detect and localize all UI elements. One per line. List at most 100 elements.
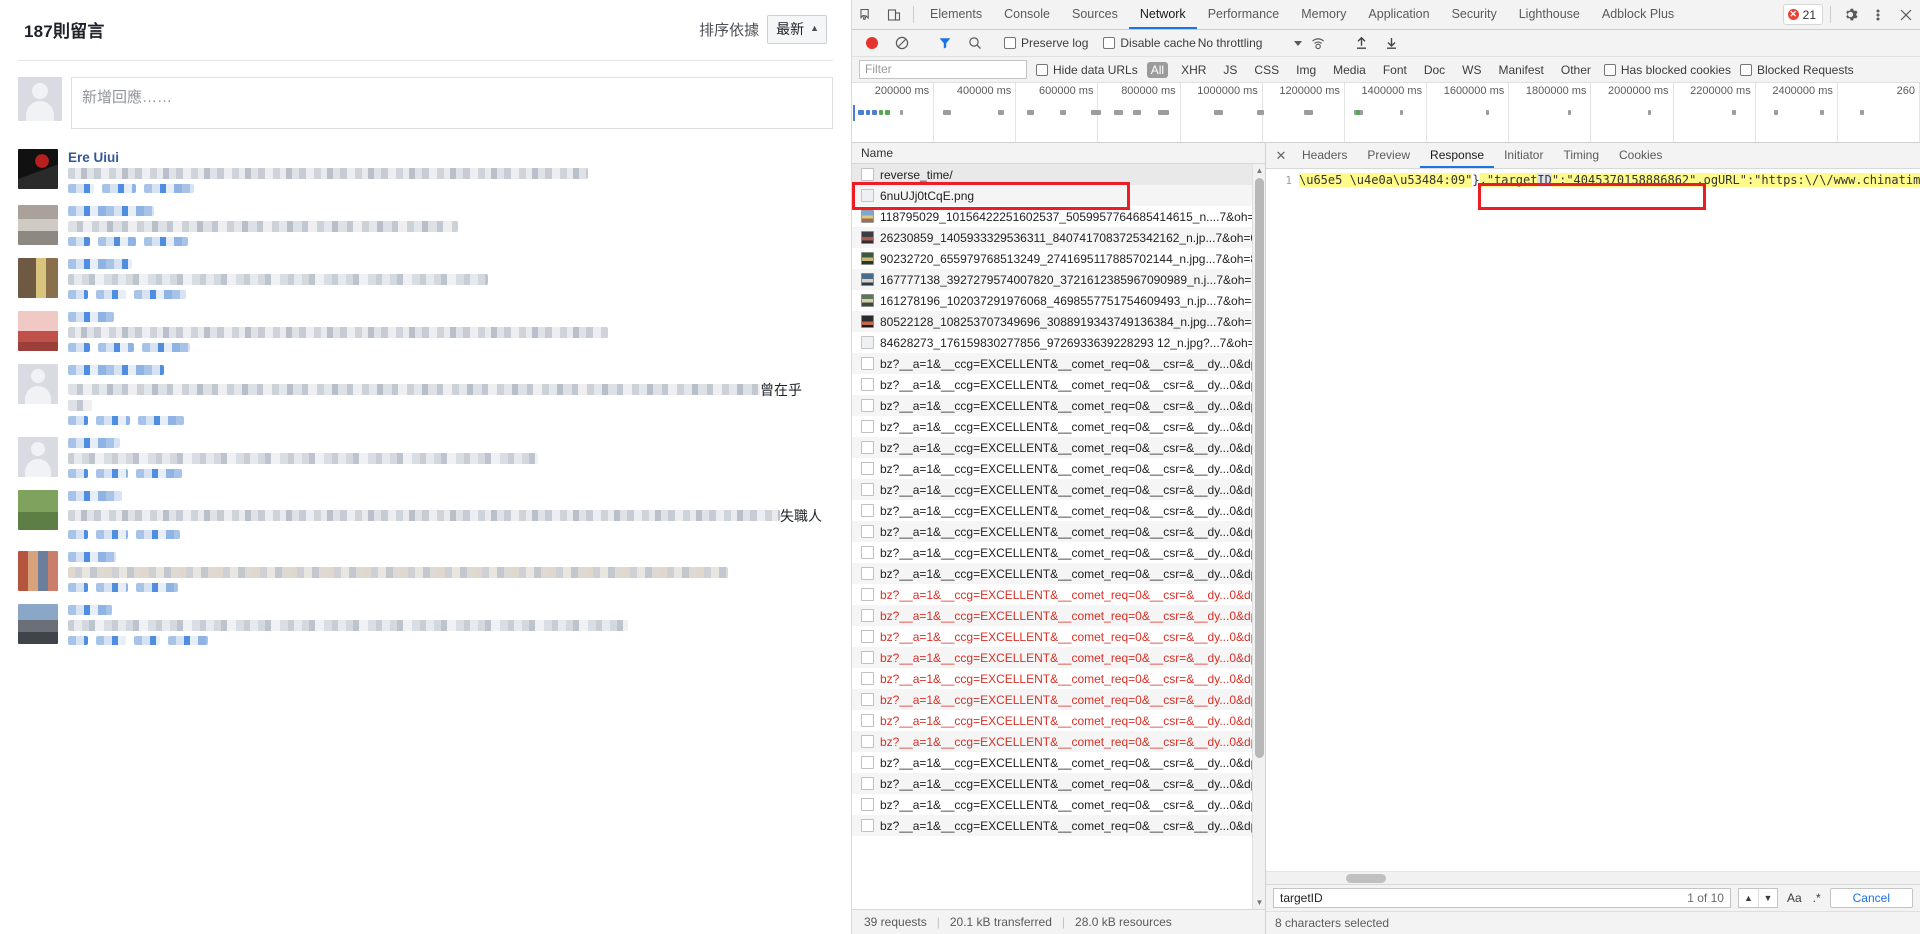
like-action[interactable] <box>68 237 90 246</box>
type-filter-css[interactable]: CSS <box>1250 62 1283 78</box>
table-row[interactable]: bz?__a=1&__ccg=EXCELLENT&__comet_req=0&_… <box>852 500 1265 521</box>
avatar[interactable] <box>18 364 58 404</box>
network-conditions-icon[interactable] <box>1304 36 1332 50</box>
tab-initiator[interactable]: Initiator <box>1494 143 1553 168</box>
table-row[interactable]: bz?__a=1&__ccg=EXCELLENT&__comet_req=0&_… <box>852 710 1265 731</box>
throttling-dropdown[interactable]: No throttling <box>1198 36 1303 50</box>
response-horizontal-scrollbar[interactable] <box>1266 871 1920 884</box>
avatar[interactable] <box>18 205 58 245</box>
table-row[interactable]: bz?__a=1&__ccg=EXCELLENT&__comet_req=0&_… <box>852 605 1265 626</box>
response-body[interactable]: 1 \u65e5 \u4e0a\u53484:09"},"targetID":"… <box>1266 169 1920 871</box>
type-filter-ws[interactable]: WS <box>1458 62 1485 78</box>
table-row[interactable]: bz?__a=1&__ccg=EXCELLENT&__comet_req=0&_… <box>852 689 1265 710</box>
type-filter-xhr[interactable]: XHR <box>1177 62 1210 78</box>
more-vertical-icon[interactable] <box>1864 0 1892 29</box>
table-row[interactable]: bz?__a=1&__ccg=EXCELLENT&__comet_req=0&_… <box>852 542 1265 563</box>
table-row[interactable]: bz?__a=1&__ccg=EXCELLENT&__comet_req=0&_… <box>852 668 1265 689</box>
error-count-badge[interactable]: ✕ 21 <box>1782 4 1823 25</box>
tab-response[interactable]: Response <box>1420 143 1495 168</box>
reply-action[interactable] <box>98 237 136 246</box>
like-action[interactable] <box>68 416 88 425</box>
share-action[interactable] <box>134 636 160 645</box>
table-row[interactable]: bz?__a=1&__ccg=EXCELLENT&__comet_req=0&_… <box>852 416 1265 437</box>
type-filter-media[interactable]: Media <box>1329 62 1370 78</box>
table-row[interactable]: bz?__a=1&__ccg=EXCELLENT&__comet_req=0&_… <box>852 647 1265 668</box>
table-row[interactable]: bz?__a=1&__ccg=EXCELLENT&__comet_req=0&_… <box>852 437 1265 458</box>
avatar[interactable] <box>18 311 58 351</box>
device-toolbar-icon[interactable] <box>880 0 908 29</box>
avatar[interactable] <box>18 258 58 298</box>
filter-input[interactable]: Filter <box>859 60 1027 79</box>
table-row[interactable]: bz?__a=1&__ccg=EXCELLENT&__comet_req=0&_… <box>852 521 1265 542</box>
tab-sources[interactable]: Sources <box>1061 0 1129 29</box>
like-action[interactable] <box>68 636 88 645</box>
table-row[interactable]: reverse_time/ <box>852 164 1265 185</box>
tab-performance[interactable]: Performance <box>1197 0 1291 29</box>
tab-security[interactable]: Security <box>1441 0 1508 29</box>
filter-icon[interactable] <box>931 36 959 50</box>
clear-button[interactable] <box>888 36 916 50</box>
commenter-name-redacted[interactable] <box>68 438 120 448</box>
blocked-requests-checkbox[interactable]: Blocked Requests <box>1739 63 1854 77</box>
close-icon[interactable]: ✕ <box>1270 143 1292 168</box>
commenter-name-redacted[interactable] <box>68 365 164 375</box>
commenter-name-redacted[interactable] <box>68 605 112 615</box>
request-list-scrollbar[interactable]: ▲ ▼ <box>1252 164 1265 909</box>
name-column-header[interactable]: Name <box>852 143 1265 164</box>
table-row[interactable]: 161278196_102037291976068_46985577517546… <box>852 290 1265 311</box>
reply-action[interactable] <box>98 343 134 352</box>
avatar[interactable] <box>18 551 58 591</box>
table-row[interactable]: bz?__a=1&__ccg=EXCELLENT&__comet_req=0&_… <box>852 353 1265 374</box>
table-row[interactable]: bz?__a=1&__ccg=EXCELLENT&__comet_req=0&_… <box>852 563 1265 584</box>
reply-action[interactable] <box>96 469 128 478</box>
like-action[interactable] <box>68 583 88 592</box>
reply-action[interactable] <box>96 636 126 645</box>
table-row[interactable]: bz?__a=1&__ccg=EXCELLENT&__comet_req=0&_… <box>852 731 1265 752</box>
table-row[interactable]: bz?__a=1&__ccg=EXCELLENT&__comet_req=0&_… <box>852 395 1265 416</box>
match-case-button[interactable]: Aa <box>1785 891 1804 905</box>
table-row[interactable]: 118795029_10156422251602537_505995776468… <box>852 206 1265 227</box>
reply-action[interactable] <box>96 583 128 592</box>
reply-action[interactable] <box>96 530 128 539</box>
tab-timing[interactable]: Timing <box>1553 143 1609 168</box>
table-row[interactable]: bz?__a=1&__ccg=EXCELLENT&__comet_req=0&_… <box>852 374 1265 395</box>
avatar[interactable] <box>18 149 58 189</box>
scroll-up-arrow[interactable]: ▲ <box>1253 164 1265 177</box>
tab-application[interactable]: Application <box>1357 0 1440 29</box>
gear-icon[interactable] <box>1836 0 1864 29</box>
tab-adblock-plus[interactable]: Adblock Plus <box>1591 0 1685 29</box>
table-row[interactable]: 90232720_655979768513249_274169511788570… <box>852 248 1265 269</box>
comment-input[interactable]: 新增回應…… <box>71 77 833 129</box>
like-action[interactable] <box>68 469 88 478</box>
type-filter-all[interactable]: All <box>1146 61 1169 78</box>
tab-console[interactable]: Console <box>993 0 1061 29</box>
preserve-log-checkbox[interactable]: Preserve log <box>1004 36 1088 50</box>
export-har-icon[interactable] <box>1377 36 1405 50</box>
like-action[interactable] <box>68 184 94 193</box>
like-action[interactable] <box>68 530 88 539</box>
commenter-name-redacted[interactable] <box>68 491 122 501</box>
table-row[interactable]: bz?__a=1&__ccg=EXCELLENT&__comet_req=0&_… <box>852 626 1265 647</box>
chevron-down-icon[interactable]: ▼ <box>1757 889 1777 907</box>
commenter-name-redacted[interactable] <box>68 259 132 269</box>
scrollbar-thumb[interactable] <box>1255 178 1264 758</box>
avatar[interactable] <box>18 490 58 530</box>
commenter-name-redacted[interactable] <box>68 206 154 216</box>
import-har-icon[interactable] <box>1347 36 1375 50</box>
tab-cookies[interactable]: Cookies <box>1609 143 1672 168</box>
tab-headers[interactable]: Headers <box>1292 143 1357 168</box>
commenter-name-redacted[interactable] <box>68 552 116 562</box>
commenter-name-redacted[interactable] <box>68 312 114 322</box>
has-blocked-cookies-checkbox[interactable]: Has blocked cookies <box>1603 63 1731 77</box>
reply-action[interactable] <box>102 184 136 193</box>
tab-elements[interactable]: Elements <box>919 0 993 29</box>
cancel-button[interactable]: Cancel <box>1829 888 1913 908</box>
table-row[interactable]: bz?__a=1&__ccg=EXCELLENT&__comet_req=0&_… <box>852 458 1265 479</box>
like-action[interactable] <box>68 343 90 352</box>
scroll-down-arrow[interactable]: ▼ <box>1253 896 1265 909</box>
tab-lighthouse[interactable]: Lighthouse <box>1508 0 1591 29</box>
reply-action[interactable] <box>96 290 126 299</box>
table-row[interactable]: bz?__a=1&__ccg=EXCELLENT&__comet_req=0&_… <box>852 479 1265 500</box>
tab-memory[interactable]: Memory <box>1290 0 1357 29</box>
disable-cache-checkbox[interactable]: Disable cache <box>1103 36 1196 50</box>
